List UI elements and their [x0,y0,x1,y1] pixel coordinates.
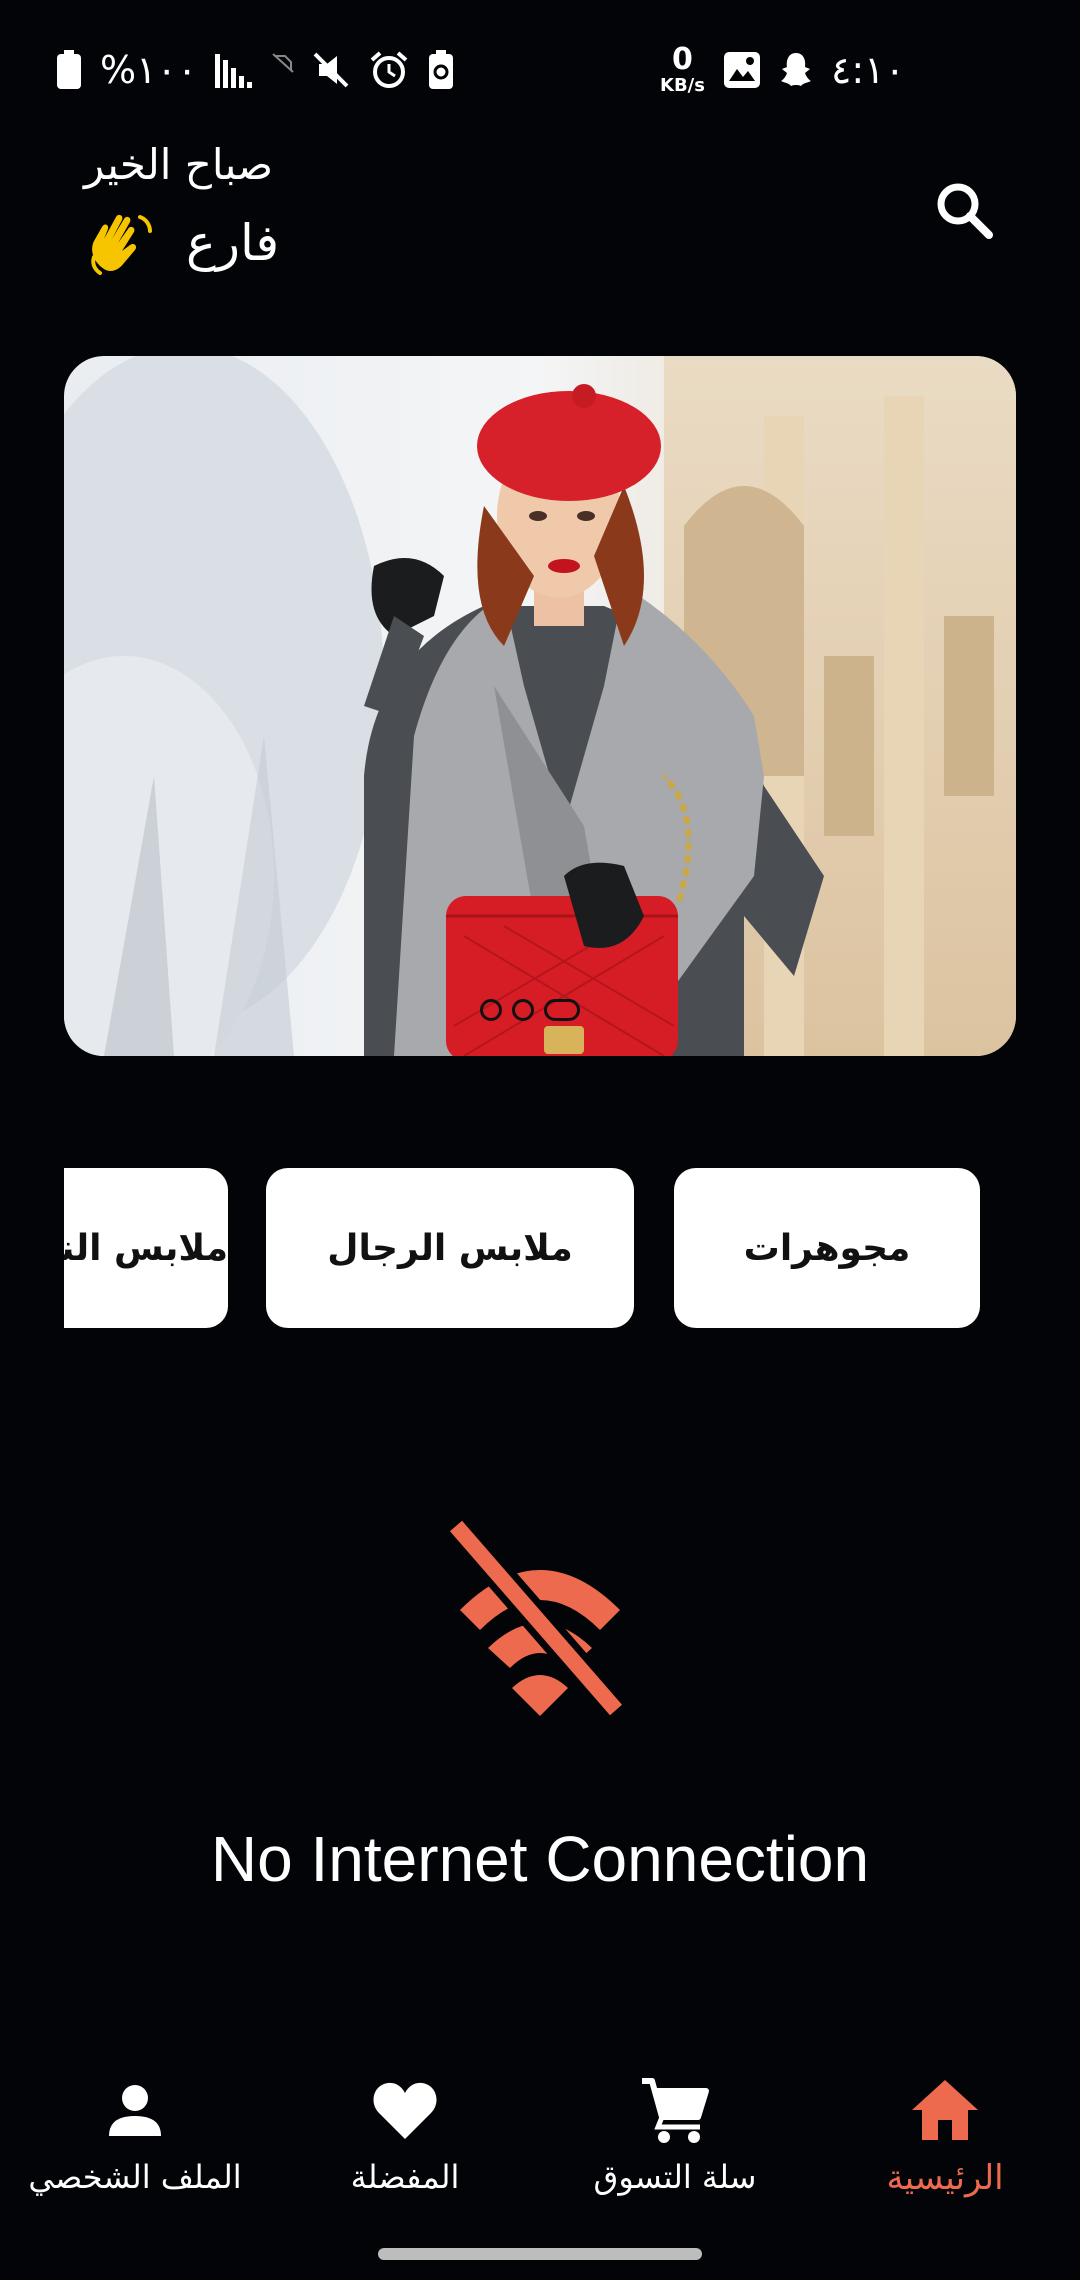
home-icon [912,2080,978,2140]
mute-icon [313,52,349,88]
nav-favorites[interactable]: المفضلة [270,2070,540,2220]
battery-percent: %١٠٠ [100,48,198,92]
nav-home-label: الرئيسية [886,2158,1004,2198]
bottom-navigation: الملف الشخصي المفضلة سلة التسوق الرئيسية [0,2050,1080,2230]
signal-icon [215,54,253,88]
header: صباح الخير فارع [0,130,1080,300]
carousel-dot[interactable] [480,999,502,1021]
category-jewelry[interactable]: مجوهرات [674,1168,980,1328]
search-icon [937,183,993,239]
carousel-indicator [480,999,580,1021]
no-sim-icon [272,53,295,73]
banner-image [64,356,1016,1056]
snapchat-ghost-icon [780,53,811,86]
category-womens-clothing[interactable]: ملابس النساء [64,1168,228,1328]
categories-row[interactable]: مجوهرات ملابس الرجال ملابس النساء [64,1168,1016,1328]
nav-profile[interactable]: الملف الشخصي [0,2070,270,2220]
battery-icon [57,50,81,89]
nav-profile-label: الملف الشخصي [28,2158,242,2196]
status-right-group: 0 KB/s ٤:١٠ [660,40,905,100]
carousel-dot-active[interactable] [544,999,580,1021]
clock: ٤:١٠ [830,48,906,92]
search-button[interactable] [924,170,1004,250]
category-label: مجوهرات [743,1227,911,1269]
category-label: ملابس الرجال [327,1227,573,1269]
heart-icon [373,2082,437,2139]
person-icon [109,2085,161,2136]
nav-cart[interactable]: سلة التسوق [540,2070,810,2220]
no-internet-message: No Internet Connection [210,1823,870,1895]
user-row: فارع [84,205,279,281]
user-name: فارع [186,214,280,272]
gesture-home-indicator[interactable] [378,2248,702,2260]
status-left-group: %١٠٠ [56,40,455,100]
net-speed-unit: KB/s [660,75,705,96]
shopping-cart-icon [642,2078,709,2143]
status-bar: %١٠٠ 0 KB/s ٤:١٠ [0,0,1080,140]
nav-cart-label: سلة التسوق [593,2158,757,2196]
nav-favorites-label: المفضلة [350,2158,460,2196]
net-speed-value: 0 [672,42,693,77]
nav-home[interactable]: الرئيسية [810,2070,1080,2220]
waving-hand-icon [91,214,152,275]
alarm-icon [371,51,408,88]
battery-saver-icon [429,50,454,89]
gallery-icon [723,52,760,88]
wifi-off-icon [444,1520,628,1720]
net-speed: 0 KB/s [660,45,705,95]
promo-banner[interactable] [64,356,1016,1056]
category-mens-clothing[interactable]: ملابس الرجال [266,1168,634,1328]
category-label: ملابس النساء [64,1227,228,1269]
carousel-dot[interactable] [512,999,534,1021]
greeting-text: صباح الخير [84,140,274,189]
